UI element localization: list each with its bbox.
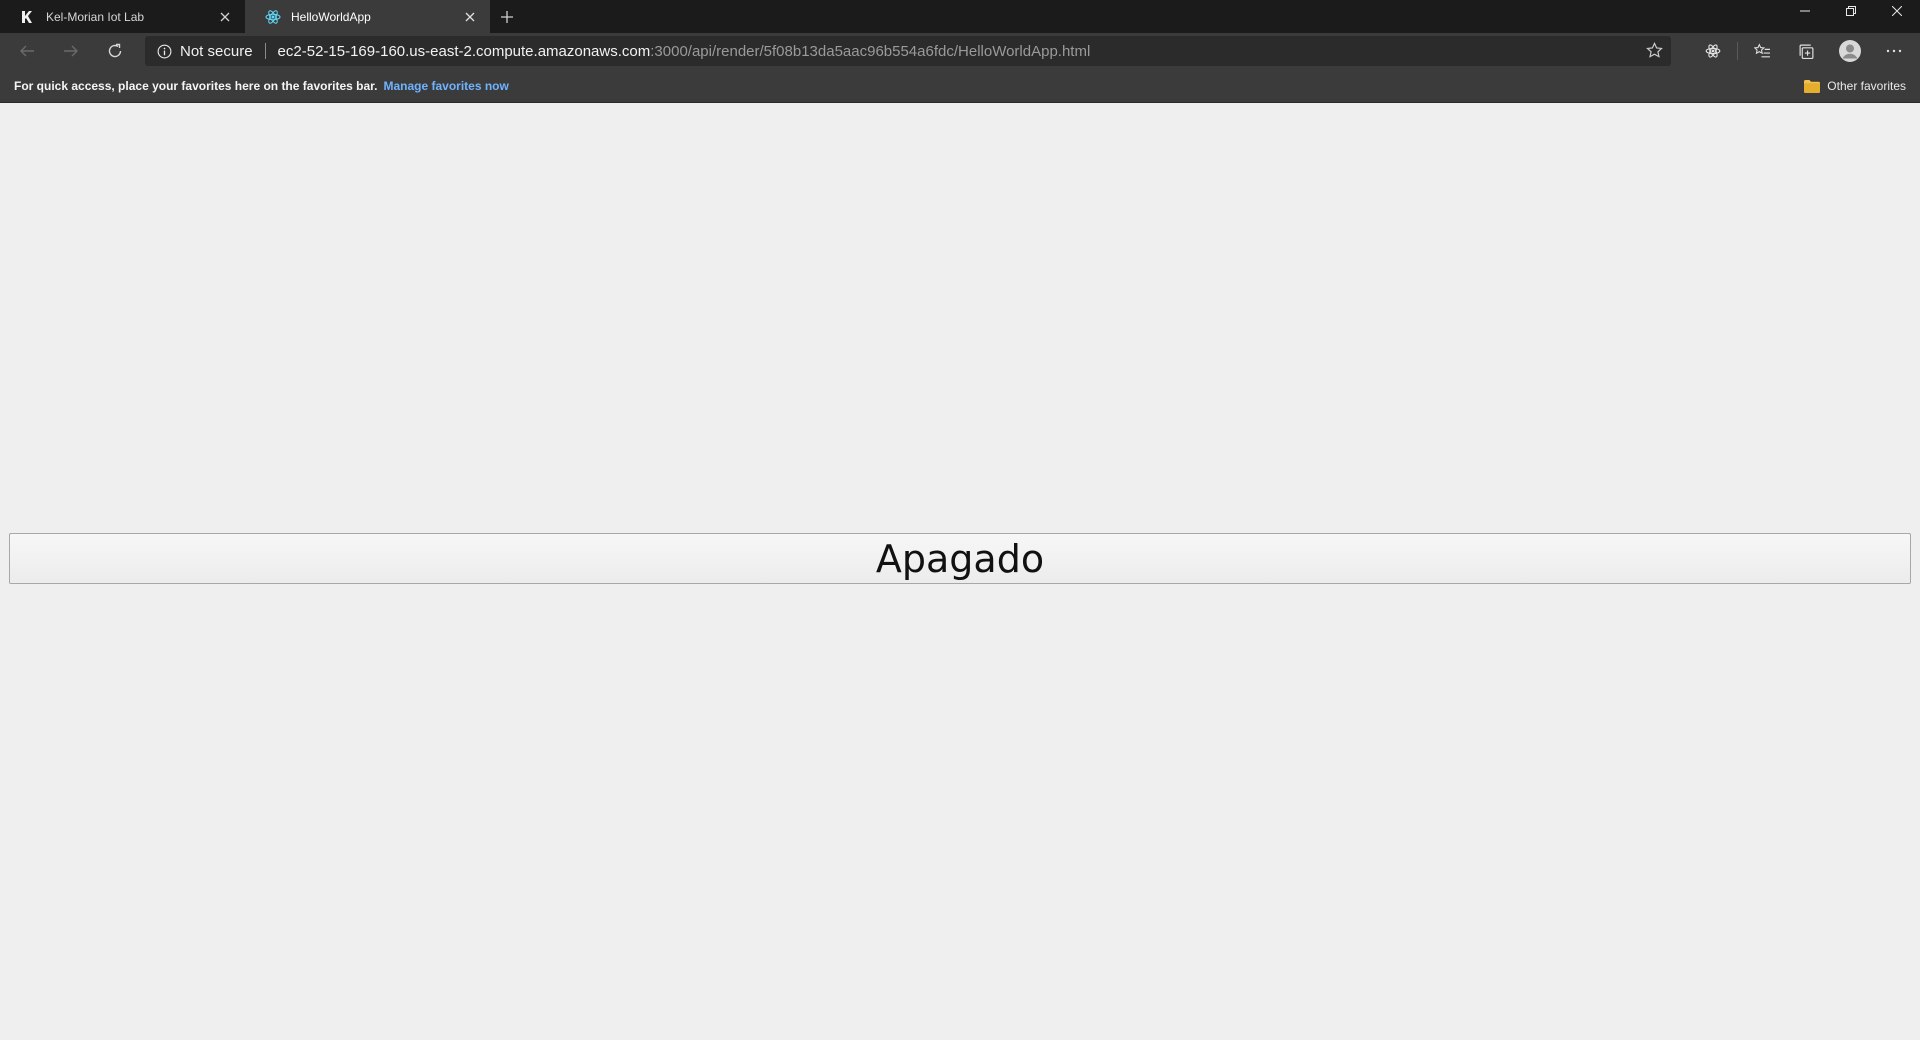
avatar-icon: [1839, 40, 1861, 62]
close-window-button[interactable]: [1874, 0, 1920, 22]
toolbar-right: [1691, 33, 1920, 69]
url-host: ec2-52-15-169-160.us-east-2.compute.amaz…: [277, 42, 651, 60]
divider: [264, 43, 266, 59]
km-logo-icon: [20, 9, 36, 25]
other-favorites-label: Other favorites: [1827, 79, 1906, 93]
refresh-button[interactable]: [93, 33, 137, 69]
restore-icon: [1846, 6, 1856, 16]
restore-button[interactable]: [1828, 0, 1874, 22]
tab-kel-morian[interactable]: Kel-Morian Iot Lab: [0, 0, 245, 33]
react-extension-icon: [1705, 44, 1721, 58]
folder-icon: [1804, 79, 1821, 93]
favorites-bar-message: For quick access, place your favorites h…: [14, 78, 378, 93]
security-indicator[interactable]: Not secure: [157, 43, 253, 60]
more-icon: [1886, 49, 1902, 53]
page-content: Apagado: [0, 103, 1920, 1040]
manage-favorites-link[interactable]: Manage favorites now: [383, 79, 508, 93]
url-text[interactable]: ec2-52-15-169-160.us-east-2.compute.amaz…: [278, 43, 1091, 60]
collections-button[interactable]: [1784, 33, 1828, 69]
minimize-icon: [1800, 10, 1810, 12]
tab-hello-world-app[interactable]: HelloWorldApp: [245, 0, 490, 33]
tab-title: Kel-Morian Iot Lab: [46, 9, 145, 24]
browser-toolbar: Not secure ec2-52-15-169-160.us-east-2.c…: [0, 33, 1920, 69]
favorites-list-icon: [1753, 42, 1770, 57]
profile-button[interactable]: [1828, 33, 1872, 69]
forward-button[interactable]: [49, 33, 93, 69]
back-button[interactable]: [5, 33, 49, 69]
divider: [1737, 42, 1738, 60]
favorite-star-icon[interactable]: [1646, 41, 1663, 64]
react-logo-icon: [265, 9, 281, 25]
settings-menu-button[interactable]: [1872, 33, 1916, 69]
security-label: Not secure: [180, 42, 253, 60]
tab-strip: Kel-Morian Iot Lab HelloWorldApp: [0, 0, 1920, 33]
plus-icon: [501, 10, 513, 23]
favorites-button[interactable]: [1740, 33, 1784, 69]
toggle-button[interactable]: Apagado: [9, 533, 1911, 584]
refresh-icon: [108, 43, 122, 58]
favorites-bar: For quick access, place your favorites h…: [0, 69, 1920, 103]
info-icon: [157, 44, 172, 59]
close-icon[interactable]: [217, 9, 233, 25]
new-tab-button[interactable]: [490, 0, 524, 33]
close-icon: [1892, 6, 1902, 16]
address-bar[interactable]: Not secure ec2-52-15-169-160.us-east-2.c…: [145, 36, 1671, 66]
url-path: :3000/api/render/5f08b13da5aac96b554a6fd…: [650, 42, 1091, 60]
extension-button[interactable]: [1691, 33, 1735, 69]
forward-arrow-icon: [64, 45, 78, 57]
other-favorites-button[interactable]: Other favorites: [1804, 69, 1906, 103]
tab-title: HelloWorldApp: [291, 9, 371, 24]
minimize-button[interactable]: [1782, 0, 1828, 22]
window-controls: [1782, 0, 1920, 22]
close-icon[interactable]: [462, 9, 478, 25]
collections-icon: [1799, 44, 1813, 59]
back-arrow-icon: [20, 45, 34, 57]
